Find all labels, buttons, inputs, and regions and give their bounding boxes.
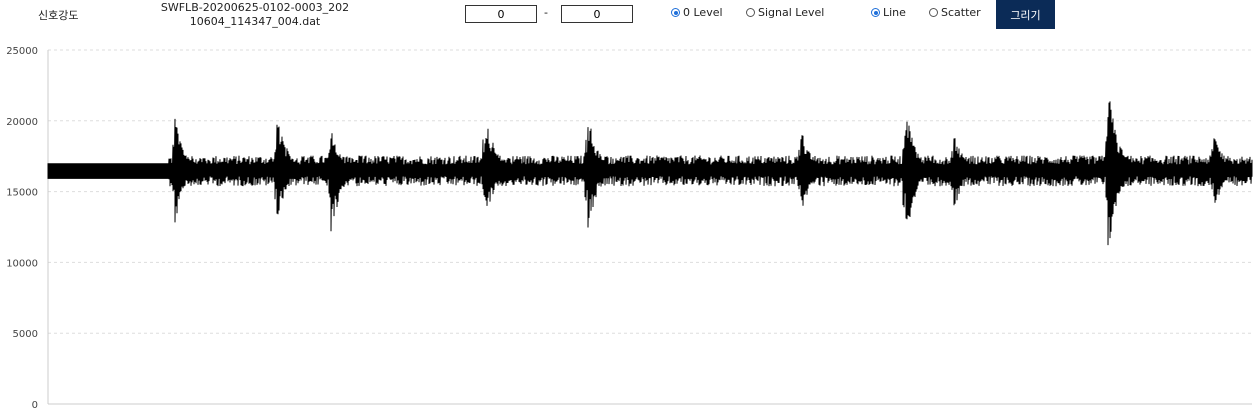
signal-chart: 0 5000 10000 15000 20000 25000 (6, 46, 1253, 411)
zero-level-label: 0 Level (683, 6, 723, 19)
toolbar: 신호강도 SWFLB-20200625-0102-0003_20210604_1… (0, 0, 1258, 36)
radio-dot-icon (671, 8, 680, 17)
zero-level-radio[interactable]: 0 Level (671, 6, 723, 19)
file-name-label: SWFLB-20200625-0102-0003_20210604_114347… (160, 1, 350, 28)
y-tick-label: 10000 (6, 258, 38, 269)
y-tick-label: 20000 (6, 117, 38, 128)
line-label: Line (883, 6, 906, 19)
y-tick-label: 5000 (13, 329, 38, 340)
y-tick-label: 0 (32, 400, 38, 411)
signal-series-line (47, 101, 1253, 246)
signal-strength-label: 신호강도 (38, 9, 79, 22)
chart-grid (48, 49, 1252, 334)
radio-dot-icon (746, 8, 755, 17)
radio-dot-icon (871, 8, 880, 17)
y-tick-label: 25000 (6, 46, 38, 57)
range-from-input[interactable] (465, 5, 537, 23)
scatter-label: Scatter (941, 6, 981, 19)
chart-y-ticks: 0 5000 10000 15000 20000 25000 (6, 46, 38, 411)
draw-button[interactable]: 그리기 (996, 0, 1055, 29)
radio-dot-icon (929, 8, 938, 17)
range-separator: - (544, 6, 548, 19)
scatter-radio[interactable]: Scatter (929, 6, 981, 19)
signal-level-radio[interactable]: Signal Level (746, 6, 824, 19)
range-to-input[interactable] (561, 5, 633, 23)
y-tick-label: 15000 (6, 188, 38, 199)
signal-level-label: Signal Level (758, 6, 825, 19)
line-radio[interactable]: Line (871, 6, 906, 19)
